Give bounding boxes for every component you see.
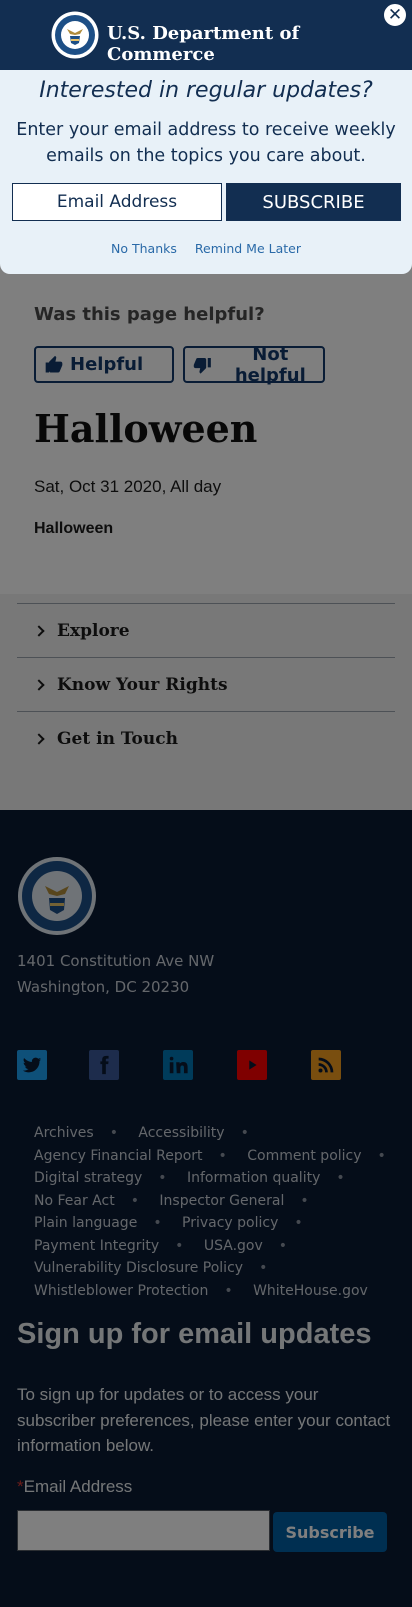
- modal-department-title: U.S. Department of Commerce: [107, 23, 300, 65]
- subscribe-button[interactable]: SUBSCRIBE: [226, 183, 401, 221]
- modal-question: Interested in regular updates?: [39, 78, 373, 103]
- remind-later-link[interactable]: Remind Me Later: [195, 241, 301, 256]
- no-thanks-link[interactable]: No Thanks: [111, 241, 177, 256]
- subscribe-modal: U.S. Department of Commerce ✕ Interested…: [0, 0, 412, 274]
- modal-dismiss-links: No Thanks Remind Me Later: [0, 241, 412, 256]
- modal-description: Enter your email address to receive week…: [16, 120, 396, 166]
- close-icon[interactable]: ✕: [382, 2, 408, 28]
- modal-header: U.S. Department of Commerce: [0, 0, 412, 70]
- department-seal-icon: [51, 11, 99, 59]
- email-field[interactable]: [12, 183, 222, 221]
